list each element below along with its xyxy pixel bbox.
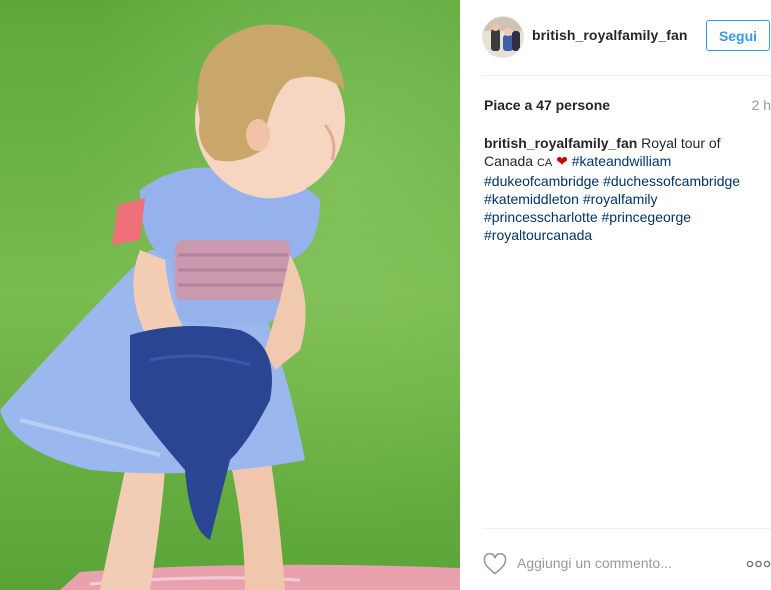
author-username-link[interactable]: british_royalfamily_fan (532, 27, 688, 43)
flag-emoji: CA (536, 157, 553, 169)
hashtag-link[interactable]: #duchessofcambridge (603, 173, 740, 189)
post-photo-image (0, 0, 460, 590)
hashtag-link[interactable]: #dukeofcambridge (484, 173, 599, 189)
post-header: british_royalfamily_fan Segui (460, 0, 771, 74)
hashtag-link[interactable]: #kateandwilliam (572, 153, 672, 169)
heart-outline-icon[interactable] (483, 552, 507, 575)
heart-emoji-icon: ❤ (556, 153, 568, 169)
comment-input[interactable] (517, 553, 717, 573)
more-options-icon[interactable] (746, 557, 771, 569)
hashtag-link[interactable]: #princesscharlotte (484, 209, 598, 225)
caption-username-link[interactable]: british_royalfamily_fan (484, 135, 637, 151)
post-time[interactable]: 2 h (752, 97, 771, 113)
post-side-panel: british_royalfamily_fan Segui Piace a 47… (460, 0, 771, 590)
comment-divider (482, 528, 771, 529)
likes-count[interactable]: Piace a 47 persone (484, 97, 610, 113)
post-photo[interactable] (0, 0, 460, 590)
hashtag-link[interactable]: #royalfamily (583, 191, 658, 207)
post-caption: british_royalfamily_fan Royal tour of Ca… (484, 134, 769, 244)
hashtag-link[interactable]: #royaltourcanada (484, 227, 592, 243)
follow-button[interactable]: Segui (706, 20, 770, 51)
header-divider (482, 75, 771, 76)
hashtag-link[interactable]: #princegeorge (602, 209, 692, 225)
hashtag-link[interactable]: #katemiddleton (484, 191, 579, 207)
avatar[interactable] (482, 16, 524, 58)
avatar-image (483, 17, 523, 57)
